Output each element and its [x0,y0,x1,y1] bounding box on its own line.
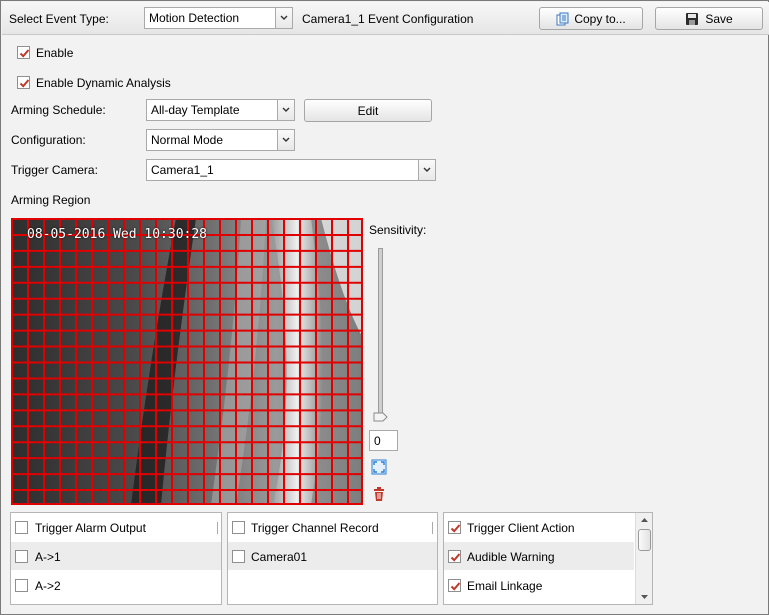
list-item[interactable]: Camera01 [228,542,437,570]
list-item[interactable]: A->2 [11,571,221,599]
configuration-select[interactable]: Normal Mode [146,129,278,151]
event-type-value: Motion Detection [149,11,240,25]
motion-grid[interactable] [11,218,363,505]
arming-region-video[interactable]: 08-05-2016 Wed 10:30:28 [11,218,363,505]
trigger-camera-value: Camera1_1 [151,163,214,177]
arming-schedule-select[interactable]: All-day Template [146,99,278,121]
alarm-output-header: Trigger Alarm Output [11,513,221,541]
checkmark-icon [450,582,461,591]
configuration-dropdown-button[interactable] [277,129,295,151]
checkmark-icon [450,553,461,562]
event-type-select[interactable]: Motion Detection [144,7,276,29]
list-item[interactable]: Email Linkage [444,571,634,599]
scrollbar-thumb[interactable] [638,529,651,551]
configuration-value: Normal Mode [151,133,224,147]
client-action-all-checkbox[interactable] [448,521,461,534]
alarm-output-header-label: Trigger Alarm Output [35,521,146,535]
client-action-scrollbar[interactable] [635,513,652,604]
sensitivity-slider-track[interactable] [378,248,383,416]
column-divider [217,522,218,534]
trash-icon [374,487,384,501]
list-item[interactable]: A->1 [11,542,221,570]
event-type-dropdown-button[interactable] [275,7,293,29]
config-title: Camera1_1 Event Configuration [302,12,474,26]
edit-label: Edit [357,104,379,118]
channel-record-panel: Trigger Channel Record Camera01 [227,512,438,605]
copy-to-label: Copy to... [574,12,626,26]
fullscreen-select-icon [371,459,387,475]
sensitivity-value: 0 [374,434,381,448]
alarm-output-all-checkbox[interactable] [15,521,28,534]
configuration-label: Configuration: [11,133,86,147]
dynamic-analysis-checkbox[interactable] [17,76,30,89]
client-action-panel: Trigger Client Action Audible Warning Em… [443,512,653,605]
channel-record-all-checkbox[interactable] [232,521,245,534]
trigger-camera-dropdown-button[interactable] [418,159,436,181]
alarm-output-label: A->2 [35,579,61,593]
save-icon [686,13,699,25]
save-label: Save [705,12,733,26]
copy-icon [556,12,569,26]
enable-checkbox[interactable] [17,46,30,59]
checkmark-icon [19,49,30,58]
chevron-down-icon [280,15,288,20]
alarm-output-checkbox[interactable] [15,579,28,592]
chevron-down-icon [423,167,431,172]
client-action-label: Audible Warning [467,550,555,564]
arming-region-label: Arming Region [11,193,91,207]
sensitivity-slider-thumb[interactable] [373,411,388,422]
scroll-up-icon[interactable] [636,515,653,525]
chevron-down-icon [282,137,290,142]
client-action-checkbox[interactable] [448,550,461,563]
arming-schedule-label: Arming Schedule: [11,103,106,117]
event-config-window: Select Event Type: Motion Detection Came… [0,0,769,615]
trigger-camera-select[interactable]: Camera1_1 [146,159,419,181]
clear-region-button[interactable] [371,486,387,502]
channel-record-label: Camera01 [251,550,308,564]
sensitivity-label: Sensitivity: [369,223,427,237]
slider-thumb-icon [373,412,388,422]
alarm-output-checkbox[interactable] [15,550,28,563]
save-button[interactable]: Save [655,7,763,30]
enable-label: Enable [36,46,74,60]
chevron-down-icon [282,107,290,112]
channel-record-checkbox[interactable] [232,550,245,563]
top-toolbar: Select Event Type: Motion Detection Came… [2,2,769,35]
client-action-checkbox[interactable] [448,579,461,592]
alarm-output-label: A->1 [35,550,61,564]
select-all-region-button[interactable] [371,459,387,475]
video-timestamp: 08-05-2016 Wed 10:30:28 [27,227,208,242]
column-divider [432,522,433,534]
event-type-label: Select Event Type: [9,12,109,26]
channel-record-header-label: Trigger Channel Record [251,521,379,535]
edit-schedule-button[interactable]: Edit [304,99,432,122]
alarm-output-panel: Trigger Alarm Output A->1 A->2 [10,512,222,605]
sensitivity-value-field[interactable]: 0 [369,430,398,451]
client-action-header: Trigger Client Action [444,513,634,541]
copy-to-button[interactable]: Copy to... [539,7,643,30]
arming-schedule-dropdown-button[interactable] [277,99,295,121]
client-action-label: Email Linkage [467,579,543,593]
checkmark-icon [450,524,461,533]
scroll-down-icon[interactable] [636,592,653,602]
client-action-header-label: Trigger Client Action [467,521,575,535]
channel-record-header: Trigger Channel Record [228,513,437,541]
trigger-camera-label: Trigger Camera: [11,163,98,177]
checkmark-icon [19,79,30,88]
list-item[interactable]: Audible Warning [444,542,634,570]
dynamic-analysis-label: Enable Dynamic Analysis [36,76,171,90]
arming-schedule-value: All-day Template [151,103,240,117]
